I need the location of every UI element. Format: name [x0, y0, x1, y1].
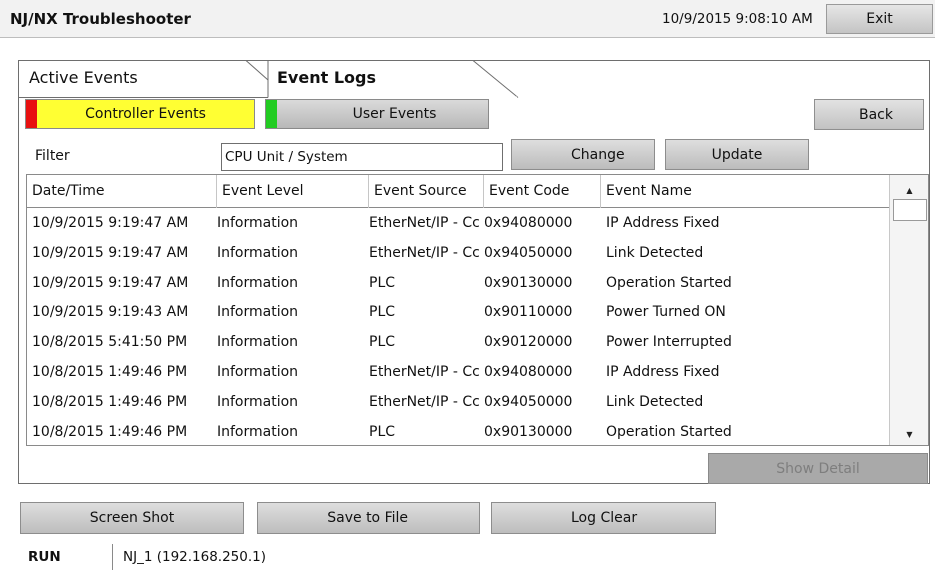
user-events-indicator — [266, 100, 277, 128]
table-row[interactable]: 10/9/2015 9:19:47 AM Information EtherNe… — [27, 209, 889, 239]
filter-field[interactable] — [221, 143, 503, 171]
cell-datetime: 10/8/2015 1:49:46 PM — [32, 423, 188, 440]
title-bar: NJ/NX Troubleshooter 10/9/2015 9:08:10 A… — [0, 0, 935, 38]
cell-event-level: Information — [217, 304, 299, 321]
user-events-button[interactable]: User Events — [265, 99, 489, 129]
cell-event-level: Information — [217, 393, 299, 410]
cell-event-name: Power Interrupted — [606, 334, 732, 351]
tab-event-logs[interactable]: Event Logs — [277, 68, 376, 87]
table-row[interactable]: 10/9/2015 9:19:43 AM Information PLC 0x9… — [27, 298, 889, 328]
column-header-event-source[interactable]: Event Source — [369, 175, 484, 208]
current-datetime: 10/9/2015 9:08:10 AM — [662, 11, 813, 27]
scroll-down-icon[interactable]: ▼ — [890, 423, 928, 445]
cell-event-level: Information — [217, 423, 299, 440]
scroll-thumb[interactable] — [893, 199, 927, 221]
column-header-event-name[interactable]: Event Name — [601, 175, 889, 208]
cell-event-code: 0x94080000 — [484, 363, 573, 380]
cell-event-code: 0x90120000 — [484, 334, 573, 351]
event-log-table: Date/Time Event Level Event Source Event… — [26, 174, 929, 446]
cell-event-level: Information — [217, 274, 299, 291]
column-header-event-level[interactable]: Event Level — [217, 175, 369, 208]
show-detail-button[interactable]: Show Detail — [708, 453, 928, 484]
back-button[interactable]: Back — [814, 99, 924, 130]
screen-shot-button[interactable]: Screen Shot — [20, 502, 244, 534]
table-row[interactable]: 10/9/2015 9:19:47 AM Information EtherNe… — [27, 239, 889, 269]
cell-event-code: 0x94050000 — [484, 393, 573, 410]
column-header-datetime[interactable]: Date/Time — [27, 175, 217, 208]
change-filter-button[interactable]: Change — [511, 139, 655, 170]
filter-label: Filter — [35, 148, 70, 164]
cell-datetime: 10/9/2015 9:19:43 AM — [32, 304, 189, 321]
table-header: Date/Time Event Level Event Source Event… — [27, 175, 889, 208]
cell-event-code: 0x90130000 — [484, 274, 573, 291]
run-mode-status: RUN — [0, 544, 113, 570]
cell-event-level: Information — [217, 334, 299, 351]
cell-event-source: EtherNet/IP - Cc — [369, 244, 480, 261]
cell-datetime: 10/8/2015 5:41:50 PM — [32, 334, 188, 351]
cell-event-code: 0x94080000 — [484, 215, 573, 231]
connection-status: NJ_1 (192.168.250.1) — [123, 549, 267, 565]
cell-event-code: 0x90130000 — [484, 423, 573, 440]
cell-datetime: 10/9/2015 9:19:47 AM — [32, 274, 189, 291]
table-row[interactable]: 10/8/2015 1:49:46 PM Information EtherNe… — [27, 358, 889, 388]
column-header-event-code[interactable]: Event Code — [484, 175, 601, 208]
controller-events-button[interactable]: Controller Events — [25, 99, 255, 129]
table-row[interactable]: 10/8/2015 1:49:46 PM Information PLC 0x9… — [27, 418, 889, 445]
cell-event-level: Information — [217, 363, 299, 380]
cell-event-source: PLC — [369, 423, 396, 440]
cell-event-source: PLC — [369, 334, 396, 351]
tab-active-events[interactable]: Active Events — [29, 68, 138, 87]
cell-datetime: 10/9/2015 9:19:47 AM — [32, 244, 189, 261]
log-clear-button[interactable]: Log Clear — [491, 502, 716, 534]
scroll-up-icon[interactable]: ▲ — [890, 179, 928, 201]
table-row[interactable]: 10/9/2015 9:19:47 AM Information PLC 0x9… — [27, 269, 889, 299]
cell-event-source: PLC — [369, 304, 396, 321]
cell-event-level: Information — [217, 244, 299, 261]
exit-button[interactable]: Exit — [826, 4, 933, 34]
cell-event-code: 0x94050000 — [484, 244, 573, 261]
cell-event-name: IP Address Fixed — [606, 215, 720, 231]
controller-events-label: Controller Events — [85, 106, 206, 122]
table-row[interactable]: 10/8/2015 1:49:46 PM Information EtherNe… — [27, 388, 889, 418]
cell-event-source: EtherNet/IP - Cc — [369, 393, 480, 410]
cell-event-name: IP Address Fixed — [606, 363, 720, 380]
app-title: NJ/NX Troubleshooter — [10, 10, 191, 28]
cell-event-source: EtherNet/IP - Cc — [369, 363, 480, 380]
user-events-label: User Events — [352, 106, 437, 122]
save-to-file-button[interactable]: Save to File — [257, 502, 480, 534]
status-bar: RUN NJ_1 (192.168.250.1) — [0, 544, 935, 570]
update-button[interactable]: Update — [665, 139, 809, 170]
cell-event-name: Power Turned ON — [606, 304, 726, 321]
cell-datetime: 10/8/2015 1:49:46 PM — [32, 363, 188, 380]
controller-events-indicator — [26, 100, 37, 128]
cell-event-source: PLC — [369, 274, 396, 291]
table-scrollbar[interactable]: ▲ ▼ — [889, 175, 928, 445]
cell-event-name: Operation Started — [606, 274, 732, 291]
table-body: 10/9/2015 9:19:47 AM Information EtherNe… — [27, 209, 889, 445]
cell-datetime: 10/8/2015 1:49:46 PM — [32, 393, 188, 410]
cell-event-name: Link Detected — [606, 244, 704, 261]
cell-datetime: 10/9/2015 9:19:47 AM — [32, 215, 189, 231]
cell-event-code: 0x90110000 — [484, 304, 573, 321]
tab-strip: Active Events Event Logs — [18, 60, 538, 98]
cell-event-source: EtherNet/IP - Cc — [369, 215, 480, 231]
cell-event-name: Operation Started — [606, 423, 732, 440]
table-row[interactable]: 10/8/2015 5:41:50 PM Information PLC 0x9… — [27, 328, 889, 358]
cell-event-name: Link Detected — [606, 393, 704, 410]
cell-event-level: Information — [217, 215, 299, 231]
